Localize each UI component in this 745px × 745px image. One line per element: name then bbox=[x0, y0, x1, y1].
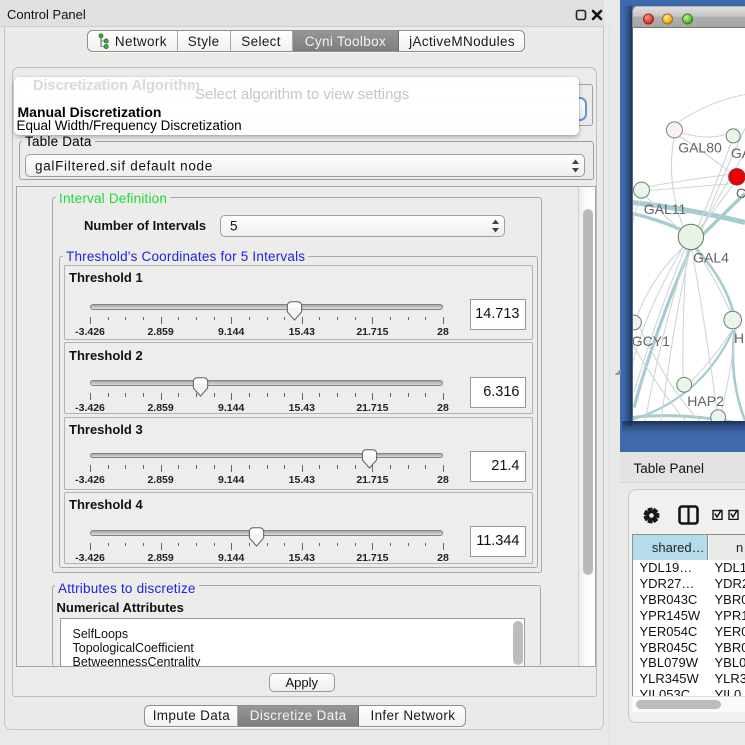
svg-text:GAL4: GAL4 bbox=[693, 249, 729, 265]
svg-text:GA: GA bbox=[731, 145, 745, 161]
svg-text:C: C bbox=[736, 185, 745, 201]
svg-text:GAL80: GAL80 bbox=[678, 139, 722, 155]
svg-text:GCY1: GCY1 bbox=[633, 333, 670, 349]
svg-text:GAL11: GAL11 bbox=[644, 201, 687, 217]
svg-text:H: H bbox=[734, 330, 744, 346]
svg-text:HAP2: HAP2 bbox=[687, 393, 724, 409]
